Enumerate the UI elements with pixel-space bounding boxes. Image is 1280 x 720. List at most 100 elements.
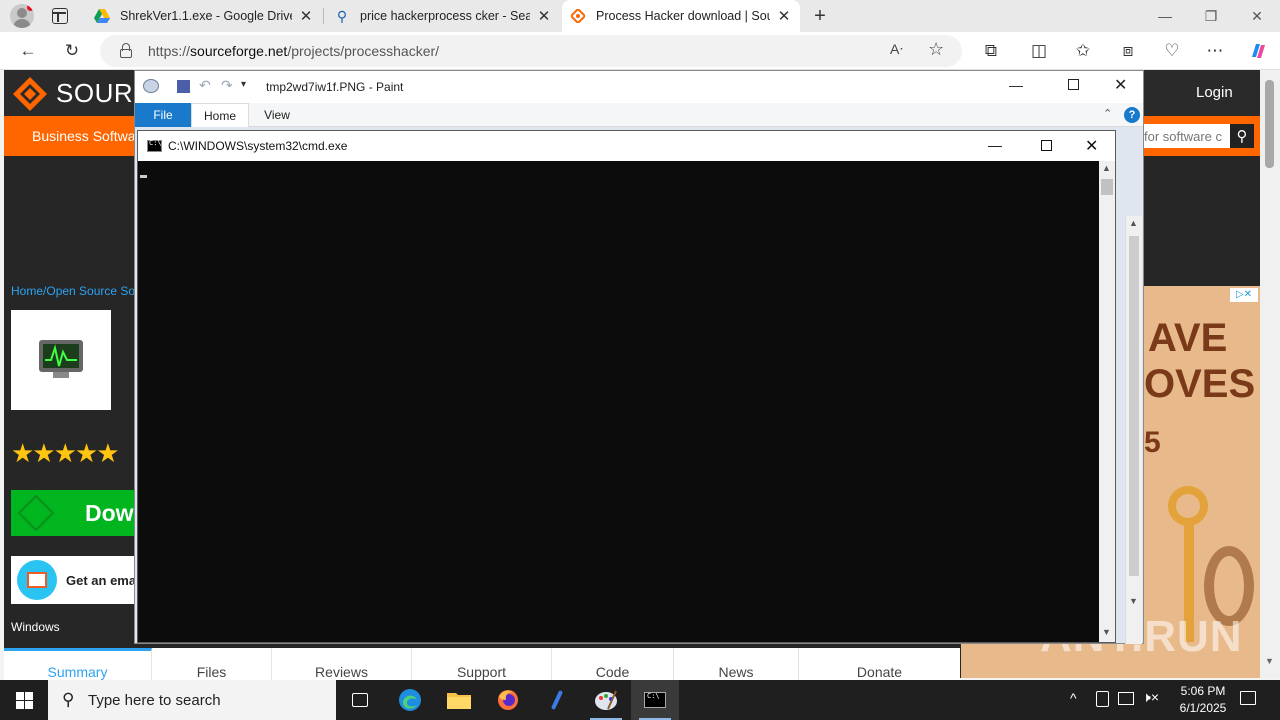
site-search-icon[interactable]: ⚲ <box>1230 124 1254 148</box>
close-button[interactable]: ✕ <box>1234 0 1280 32</box>
tab-code[interactable]: Code <box>552 648 674 680</box>
minimize-button[interactable]: — <box>1142 0 1188 32</box>
lock-icon[interactable] <box>120 43 132 58</box>
ad-headline-3: 5 <box>1144 426 1161 459</box>
download-label: Dow <box>85 500 134 526</box>
download-button[interactable]: Dow <box>11 490 141 536</box>
quick-access-dropdown-icon[interactable]: ▾ <box>241 79 246 90</box>
sourceforge-logo-icon[interactable] <box>12 76 48 112</box>
tab-summary[interactable]: Summary <box>4 648 152 680</box>
paint-vertical-scrollbar[interactable]: ▲ ▼ <box>1125 216 1142 644</box>
redo-icon[interactable]: ↷ <box>221 77 233 94</box>
back-icon[interactable]: ← <box>16 39 40 63</box>
tab-news[interactable]: News <box>674 648 799 680</box>
file-explorer-icon[interactable] <box>435 680 483 720</box>
breadcrumb-home[interactable]: Home <box>11 284 43 298</box>
clock-date[interactable]: 6/1/2025 <box>1172 701 1234 715</box>
close-tab-icon[interactable]: ✕ <box>776 7 792 25</box>
tab-reviews[interactable]: Reviews <box>272 648 412 680</box>
task-view-icon[interactable] <box>336 680 384 720</box>
email-signup[interactable]: Get an ema <box>11 556 141 604</box>
tab-files[interactable]: Files <box>152 648 272 680</box>
paint-maximize-button[interactable] <box>1068 79 1079 90</box>
cmd-minimize-button[interactable]: — <box>988 137 1002 153</box>
tab-title: ShrekVer1.1.exe - Google Drive <box>120 9 292 23</box>
tab-support[interactable]: Support <box>412 648 552 680</box>
refresh-icon[interactable]: ↻ <box>60 39 84 63</box>
login-link[interactable]: Login <box>1196 84 1233 101</box>
cmd-console[interactable] <box>138 161 1099 642</box>
page-scrollbar[interactable]: ▼ <box>1260 70 1280 678</box>
profile-avatar[interactable] <box>10 4 34 28</box>
search-icon: ⚲ <box>336 7 348 24</box>
close-tab-icon[interactable]: ✕ <box>298 7 314 25</box>
ribbon-tab-file[interactable]: File <box>135 103 191 127</box>
paint-app-icon <box>143 79 159 93</box>
browser-toolbar: ← ↻ https://sourceforge.net/projects/pro… <box>0 32 1280 70</box>
copilot-icon[interactable] <box>1246 39 1270 63</box>
site-search-input[interactable]: for software c <box>1140 124 1230 148</box>
taskbar: ⚲ Type here to search C:\ ^ 🕨× 5:06 PM 6… <box>0 680 1280 720</box>
cmd-maximize-button[interactable] <box>1041 140 1052 151</box>
cmd-taskbar-icon[interactable]: C:\ <box>631 680 679 720</box>
restore-button[interactable]: ❐ <box>1188 0 1234 32</box>
notifications-icon[interactable] <box>1240 691 1256 705</box>
ad-key-icon <box>1168 486 1208 526</box>
show-hidden-icons[interactable]: ^ <box>1070 690 1077 706</box>
undo-icon[interactable]: ↶ <box>199 77 211 94</box>
cmd-app-icon: C:\ <box>147 139 162 152</box>
taskbar-search-input[interactable]: ⚲ Type here to search <box>48 680 336 720</box>
split-screen-icon[interactable]: ◫ <box>1027 39 1051 63</box>
business-software-link[interactable]: Business Softwa <box>32 128 136 144</box>
close-tab-icon[interactable]: ✕ <box>536 7 552 25</box>
network-icon[interactable] <box>1118 692 1134 705</box>
firefox-icon[interactable] <box>484 680 532 720</box>
settings-more-icon[interactable]: ⋯ <box>1203 39 1227 63</box>
favorites-icon[interactable]: ✩ <box>1071 39 1095 63</box>
ad-headline-1: AVE <box>1148 316 1228 360</box>
paint-ribbon-tabs: File Home View ⌃ ? <box>135 103 1143 127</box>
browser-tab-search[interactable]: ⚲ price hackerprocess cker - Search ✕ <box>326 0 560 32</box>
browser-tab-sourceforge[interactable]: Process Hacker download | Sourc ✕ <box>562 0 800 32</box>
usb-device-icon[interactable] <box>1096 691 1109 707</box>
rating-stars: ★★★★★ <box>11 438 120 468</box>
tab-donate[interactable]: Donate <box>799 648 960 680</box>
download-icon <box>17 494 55 532</box>
paint-close-button[interactable]: ✕ <box>1114 75 1127 95</box>
new-tab-button[interactable]: + <box>808 4 832 28</box>
breadcrumb-open-source[interactable]: Open Source So <box>46 284 135 298</box>
tab-title: Process Hacker download | Sourc <box>596 9 770 23</box>
paint-title: tmp2wd7iw1f.PNG - Paint <box>266 80 404 94</box>
cmd-title-bar: C:\ C:\WINDOWS\system32\cmd.exe — ✕ <box>138 131 1115 161</box>
paint-taskbar-icon[interactable] <box>582 680 630 720</box>
tab-title: price hackerprocess cker - Search <box>360 9 530 23</box>
email-label: Get an ema <box>66 573 137 588</box>
pen-app-icon[interactable] <box>533 680 581 720</box>
search-icon: ⚲ <box>62 690 75 709</box>
extensions-icon[interactable]: ⧉ <box>979 39 1003 63</box>
clock-time[interactable]: 5:06 PM <box>1172 684 1234 698</box>
collections-icon[interactable]: ⧈ <box>1116 39 1140 63</box>
performance-icon[interactable]: ♡ <box>1160 39 1184 63</box>
cmd-close-button[interactable]: ✕ <box>1085 136 1098 156</box>
help-icon[interactable]: ? <box>1124 107 1140 123</box>
collapse-ribbon-icon[interactable]: ⌃ <box>1103 107 1112 120</box>
ribbon-tab-home[interactable]: Home <box>191 103 249 127</box>
cmd-scrollbar[interactable]: ▲ ▼ <box>1099 161 1115 642</box>
project-logo-icon <box>11 310 111 410</box>
paint-minimize-button[interactable]: — <box>1009 77 1023 93</box>
save-icon[interactable] <box>177 80 190 93</box>
google-drive-icon <box>94 8 110 24</box>
ad-close-icon[interactable]: ▷✕ <box>1230 288 1258 302</box>
favorite-star-icon[interactable]: ☆ <box>928 39 944 60</box>
tab-actions-icon[interactable] <box>52 8 68 24</box>
address-bar[interactable]: https://sourceforge.net/projects/process… <box>100 35 962 67</box>
url-prefix: https:// <box>148 43 191 59</box>
start-button[interactable] <box>0 680 48 720</box>
breadcrumb: Home/Open Source So <box>11 284 136 298</box>
read-aloud-icon[interactable]: Aᐧ <box>890 41 903 58</box>
ribbon-tab-view[interactable]: View <box>249 103 305 127</box>
edge-taskbar-icon[interactable] <box>386 680 434 720</box>
volume-muted-icon[interactable]: 🕨× <box>1142 689 1159 706</box>
browser-tab-google-drive[interactable]: ShrekVer1.1.exe - Google Drive ✕ <box>86 0 322 32</box>
